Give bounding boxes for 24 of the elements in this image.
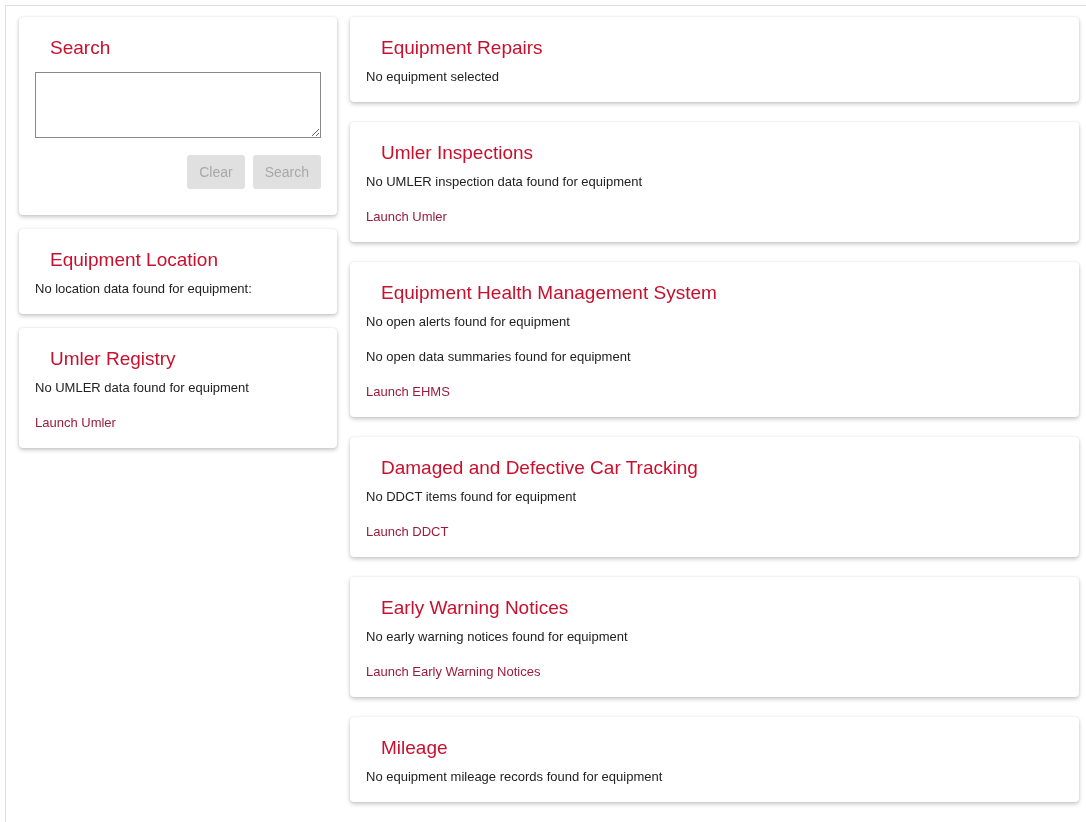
status-text: No equipment mileage records found for equipment <box>366 768 664 786</box>
launch-link[interactable]: Launch Umler <box>366 206 447 228</box>
card-title: Early Warning Notices <box>381 596 570 620</box>
card-title: Equipment Repairs <box>381 36 544 60</box>
status-text: No early warning notices found for equipment <box>366 628 629 646</box>
card-title: Mileage <box>381 736 449 760</box>
status-text: No open data summaries found for equipment <box>366 348 632 366</box>
card-title: Damaged and Defective Car Tracking <box>381 456 699 480</box>
status-text: No UMLER inspection data found for equipment <box>366 173 644 191</box>
status-text: No open alerts found for equipment <box>366 313 571 331</box>
launch-link[interactable]: Launch EHMS <box>366 381 450 403</box>
status-text: No equipment selected <box>366 68 500 86</box>
status-text: No UMLER data found for equipment <box>35 379 250 397</box>
card-title: Umler Registry <box>50 347 177 371</box>
status-text: No location data found for equipment: <box>35 280 253 298</box>
launch-link[interactable]: Launch Early Warning Notices <box>366 661 541 683</box>
status-text: No DDCT items found for equipment <box>366 488 578 506</box>
launch-link[interactable]: Launch DDCT <box>366 521 449 543</box>
launch-link[interactable]: Launch Umler <box>35 412 116 434</box>
search-field[interactable] <box>35 72 321 138</box>
card-title: Search <box>50 36 112 60</box>
card-title: Equipment Location <box>50 248 219 272</box>
card-title: Equipment Health Management System <box>381 281 718 305</box>
card-title: Umler Inspections <box>381 141 535 165</box>
